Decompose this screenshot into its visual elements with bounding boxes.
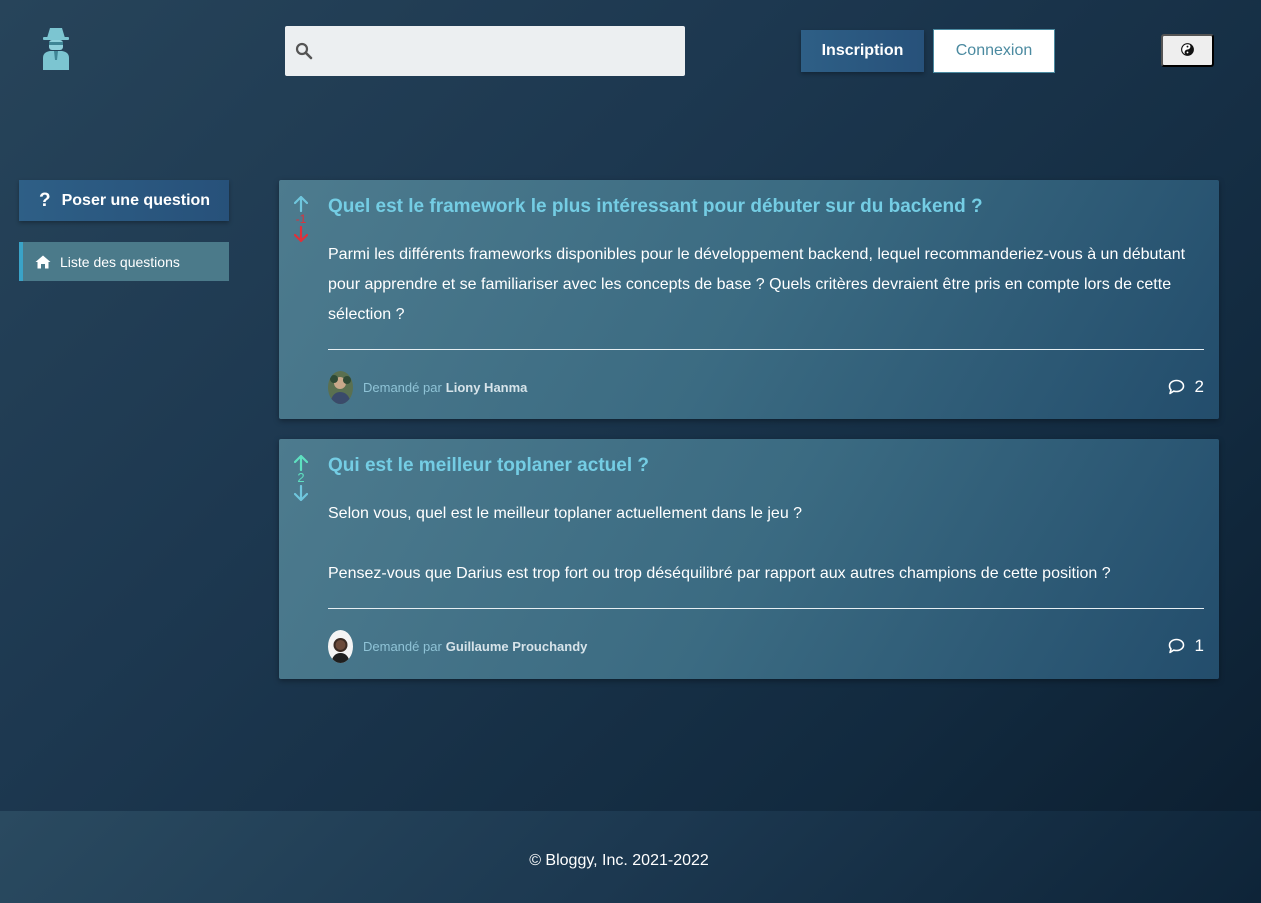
question-author: Demandé par Liony Hanma [328,371,527,404]
vote-widget: 2 [292,454,310,502]
vote-score: -1 [295,212,307,226]
search-bar[interactable] [285,26,685,76]
question-mark-icon: ? [39,189,51,211]
asked-by-label: Demandé par [363,639,442,654]
comment-icon [1168,379,1184,395]
search-icon [295,42,313,60]
signup-button[interactable]: Inscription [801,30,924,72]
comment-count[interactable]: 1 [1168,636,1204,656]
asked-by-label: Demandé par [363,380,442,395]
ask-question-label: Poser une question [61,191,211,209]
question-author: Demandé par Guillaume Prouchandy [328,630,587,663]
sidebar-item-label: Liste des questions [60,253,180,270]
theme-toggle-button[interactable] [1161,34,1214,67]
question-card: -1 Quel est le framework le plus intéres… [279,180,1219,419]
avatar[interactable] [328,371,353,404]
comment-icon [1168,638,1184,654]
avatar[interactable] [328,630,353,663]
upvote-arrow-icon[interactable] [293,454,309,472]
question-title-link[interactable]: Qui est le meilleur toplaner actuel ? [328,455,649,477]
comment-count[interactable]: 2 [1168,377,1204,397]
vote-widget: -1 [292,195,310,243]
ask-question-button[interactable]: ? Poser une question [19,180,229,221]
vote-score: 2 [297,470,305,485]
downvote-arrow-icon[interactable] [293,225,309,243]
spy-logo-icon[interactable] [40,26,72,70]
downvote-arrow-icon[interactable] [293,484,309,502]
divider [328,349,1204,350]
question-body: Parmi les différents frameworks disponib… [328,246,1186,323]
question-card: 2 Qui est le meilleur toplaner actuel ? … [279,439,1219,679]
home-icon [35,255,51,269]
comment-count-value: 2 [1194,377,1204,396]
yin-yang-icon [1181,42,1194,59]
question-body-line: Pensez-vous que Darius est trop fort ou … [328,565,1111,582]
search-input[interactable] [321,26,681,76]
author-name[interactable]: Liony Hanma [446,380,528,395]
question-title-link[interactable]: Quel est le framework le plus intéressan… [328,196,983,218]
divider [328,608,1204,609]
sidebar-item-questions-list[interactable]: Liste des questions [19,242,229,281]
copyright-text: © Bloggy, Inc. 2021-2022 [529,852,709,869]
question-body-line: Selon vous, quel est le meilleur toplane… [328,505,803,522]
footer: © Bloggy, Inc. 2021-2022 [0,811,1261,903]
author-name[interactable]: Guillaume Prouchandy [446,639,588,654]
comment-count-value: 1 [1194,636,1204,655]
upvote-arrow-icon[interactable] [293,195,309,213]
login-button[interactable]: Connexion [933,29,1055,73]
